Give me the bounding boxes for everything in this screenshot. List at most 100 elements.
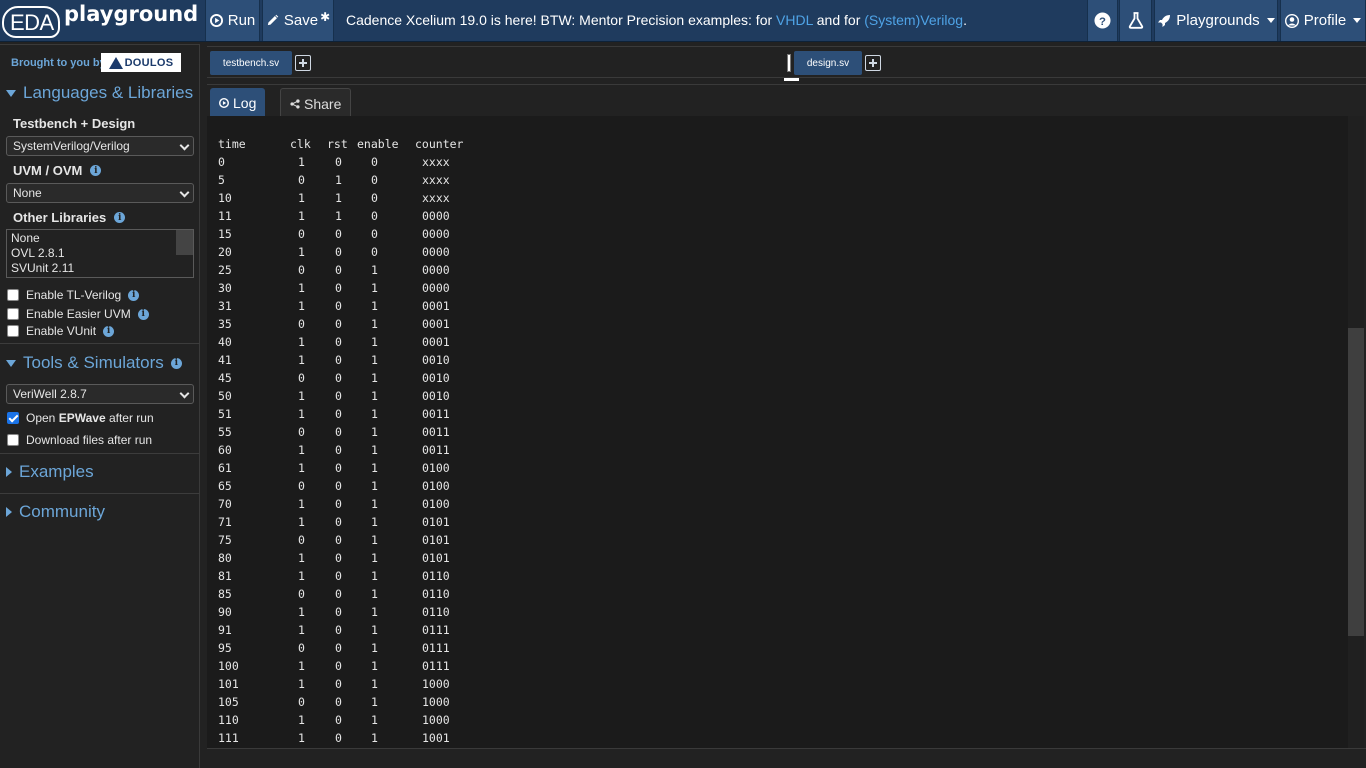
log-cell-counter: 0101	[422, 533, 450, 547]
enable-easier-uvm-checkbox[interactable]: Enable Easier UVM i	[7, 307, 149, 321]
log-cell-enable: 1	[371, 281, 378, 295]
log-output-text: time clk rst enable counter 0 1 0 0 xxxx 5 0 1 0…	[218, 135, 475, 747]
checkbox-box[interactable]	[7, 289, 19, 301]
unsaved-asterisk: ✱	[320, 9, 331, 24]
community-label: Community	[19, 502, 105, 521]
log-cell-rst: 0	[335, 713, 342, 727]
add-file-icon[interactable]	[865, 55, 881, 71]
top-navbar: EDA playground Run Save ✱ Cadence Xceliu…	[0, 0, 1366, 42]
vhdl-link[interactable]: VHDL	[776, 12, 813, 28]
tab-log[interactable]: Log	[210, 88, 266, 118]
doulos-logo[interactable]: DOULOS	[101, 53, 181, 72]
uvm-select[interactable]: None	[6, 183, 194, 203]
examples-header[interactable]: Examples	[6, 462, 94, 482]
testbench-design-text: Testbench + Design	[13, 116, 136, 131]
log-cell-rst: 0	[335, 155, 342, 169]
log-cell-rst: 0	[335, 317, 342, 331]
save-button[interactable]: Save ✱	[262, 0, 334, 41]
language-select[interactable]: SystemVerilog/Verilog	[6, 136, 194, 156]
playgrounds-dropdown[interactable]: Playgrounds	[1154, 0, 1278, 41]
log-header-rst: rst	[327, 137, 348, 151]
log-cell-clk: 1	[298, 551, 305, 565]
profile-dropdown[interactable]: Profile	[1280, 0, 1366, 41]
library-option[interactable]: OVL 2.8.1	[11, 246, 193, 261]
caret-down-icon	[1353, 18, 1362, 23]
bottom-status-strip	[207, 748, 1366, 768]
log-row: 41 1 0 1 0010	[218, 351, 475, 369]
listbox-scrollbar[interactable]	[176, 230, 193, 255]
open-epwave-checkbox[interactable]: Open EPWave after run	[7, 411, 154, 425]
log-row: 50 1 0 1 0010	[218, 387, 475, 405]
other-libraries-listbox[interactable]: None OVL 2.8.1 SVUnit 2.11	[6, 229, 194, 278]
splitter-base	[784, 78, 799, 81]
log-scrollbar-thumb[interactable]	[1348, 328, 1364, 636]
log-cell-counter: 0111	[422, 641, 450, 655]
log-cell-counter: 0110	[422, 605, 450, 619]
languages-libraries-header[interactable]: Languages & Libraries	[6, 83, 193, 103]
log-cell-enable: 1	[371, 605, 378, 619]
log-cell-counter: 0111	[422, 623, 450, 637]
checkbox-box[interactable]	[7, 308, 19, 320]
run-button[interactable]: Run	[205, 0, 260, 41]
settings-sidebar: Brought to you by DOULOS Languages & Lib…	[0, 44, 200, 768]
log-cell-rst: 0	[335, 335, 342, 349]
log-cell-time: 50	[218, 389, 232, 403]
file-tab-label: design.sv	[806, 57, 850, 69]
checkbox-box[interactable]	[7, 434, 19, 446]
info-icon[interactable]: i	[170, 357, 182, 369]
editor-splitter-handle[interactable]	[784, 54, 799, 82]
enable-tl-verilog-checkbox[interactable]: Enable TL-Verilog i	[7, 288, 140, 302]
doulos-logo-text: DOULOS	[124, 56, 174, 69]
eda-playground-logo[interactable]: EDA playground	[2, 2, 200, 40]
log-row: 91 1 0 1 0111	[218, 621, 475, 639]
svg-text:?: ?	[1099, 16, 1106, 28]
enable-vunit-checkbox[interactable]: Enable VUnit i	[7, 324, 115, 338]
log-row: 25 0 0 1 0000	[218, 261, 475, 279]
log-row: 70 1 0 1 0100	[218, 495, 475, 513]
info-icon[interactable]: i	[114, 212, 126, 223]
log-cell-time: 31	[218, 299, 232, 313]
log-cell-time: 10	[218, 191, 232, 205]
flask-icon	[1128, 12, 1144, 29]
checkbox-box[interactable]	[7, 325, 19, 337]
simulator-select[interactable]: VeriWell 2.8.7	[6, 384, 194, 404]
tab-share[interactable]: Share	[280, 88, 352, 118]
library-option[interactable]: None	[11, 231, 193, 246]
info-icon[interactable]: i	[128, 289, 140, 301]
log-header-time: time	[218, 137, 246, 151]
log-cell-enable: 1	[371, 443, 378, 457]
log-cell-enable: 1	[371, 299, 378, 313]
log-cell-enable: 1	[371, 695, 378, 709]
info-icon[interactable]: i	[103, 325, 115, 337]
log-row: 90 1 0 1 0110	[218, 603, 475, 621]
tools-simulators-header[interactable]: Tools & Simulators i	[6, 353, 182, 373]
log-cell-time: 111	[218, 731, 239, 745]
download-files-checkbox[interactable]: Download files after run	[7, 433, 152, 447]
uvm-ovm-label: UVM / OVM i	[13, 163, 102, 178]
log-cell-counter: 1000	[422, 677, 450, 691]
log-cell-enable: 1	[371, 569, 378, 583]
file-tab-testbench[interactable]: testbench.sv	[210, 51, 292, 75]
log-cell-enable: 1	[371, 479, 378, 493]
splitter-bar[interactable]	[787, 54, 791, 72]
log-cell-enable: 1	[371, 425, 378, 439]
log-row: 95 0 0 1 0111	[218, 639, 475, 657]
log-cell-time: 0	[218, 155, 225, 169]
info-icon[interactable]: i	[90, 165, 102, 176]
log-cell-time: 110	[218, 713, 239, 727]
checkbox-label: Download files after run	[26, 433, 153, 447]
log-cell-counter: 1000	[422, 713, 450, 727]
community-header[interactable]: Community	[6, 502, 105, 522]
library-option[interactable]: SVUnit 2.11	[11, 261, 193, 276]
epwave-prefix: Open	[26, 411, 59, 425]
checkbox-label: Enable Easier UVM	[26, 307, 131, 321]
systemverilog-link[interactable]: (System)Verilog	[864, 12, 963, 28]
help-button[interactable]: ?	[1087, 0, 1118, 41]
file-tab-design[interactable]: design.sv	[794, 51, 862, 75]
checkbox-box-checked[interactable]	[7, 412, 19, 424]
log-output-panel[interactable]: time clk rst enable counter 0 1 0 0 xxxx 5 0 1 0…	[207, 116, 1348, 748]
add-file-icon[interactable]	[295, 55, 311, 71]
lab-features-button[interactable]	[1119, 0, 1152, 41]
info-icon[interactable]: i	[137, 308, 149, 320]
log-cell-time: 91	[218, 623, 232, 637]
